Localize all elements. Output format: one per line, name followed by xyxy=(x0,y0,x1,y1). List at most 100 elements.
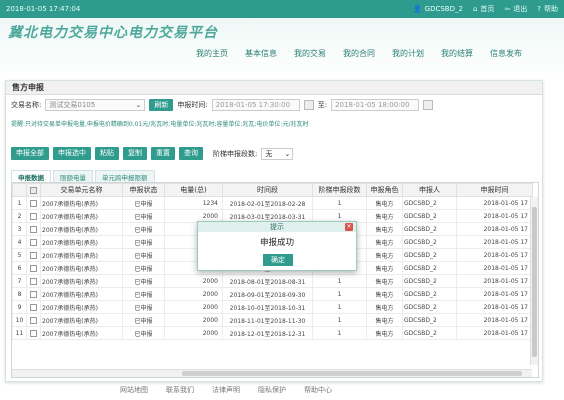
table-row[interactable]: 9 2007承德热电(承热) 已申报 2000 2018-10-01至2018-10-3… xyxy=(12,300,533,314)
table-cell: 已申报 xyxy=(122,222,165,236)
select-all-checkbox[interactable] xyxy=(26,183,41,197)
table-cell: 售电方 xyxy=(366,287,403,301)
table-cell: GDCSBD_2 xyxy=(402,261,457,275)
row-checkbox[interactable] xyxy=(26,287,41,301)
row-checkbox[interactable] xyxy=(26,196,41,210)
row-checkbox[interactable] xyxy=(26,235,41,249)
table-cell: 1 xyxy=(312,326,367,340)
nav-item-4[interactable]: 我的计划 xyxy=(392,48,424,59)
row-checkbox[interactable] xyxy=(26,222,41,236)
footer-link[interactable]: 隐私保护 xyxy=(258,385,286,395)
step-label: 阶梯申报段数: xyxy=(213,149,258,158)
start-time-input[interactable]: 2018-01-05 17:30:00 xyxy=(211,99,300,111)
chevron-down-icon: ⌄ xyxy=(284,149,291,158)
table-cell: 售电方 xyxy=(366,261,403,275)
table-cell: 2000 xyxy=(164,274,223,288)
nav-item-6[interactable]: 信息发布 xyxy=(490,48,522,59)
vertical-scrollbar[interactable] xyxy=(530,197,538,365)
table-cell: GDCSBD_2 xyxy=(402,209,457,223)
table-cell: GDCSBD_2 xyxy=(402,287,457,301)
footer-link[interactable]: 法律声明 xyxy=(212,385,240,395)
col-header[interactable]: 申报人 xyxy=(402,183,457,197)
declare-selected-button[interactable]: 申报选中 xyxy=(53,147,91,160)
table-row[interactable]: 1 2007承德热电(承热) 已申报 1234 2018-02-01至2018-02-2… xyxy=(12,196,533,210)
copy-button[interactable]: 复制 xyxy=(123,147,147,160)
table-cell: 2018-01-05 17 xyxy=(456,222,533,236)
refresh-button[interactable]: 刷新 xyxy=(149,99,174,111)
row-number: 11 xyxy=(12,326,27,340)
row-checkbox[interactable] xyxy=(26,300,41,314)
table-cell: 2007承德热电(承热) xyxy=(40,313,123,327)
table-cell: 2007承德热电(承热) xyxy=(40,196,123,210)
col-header[interactable]: 时间段 xyxy=(222,183,313,197)
row-checkbox[interactable] xyxy=(26,313,41,327)
logout-link[interactable]: ⇦ 退出 xyxy=(504,4,527,14)
row-checkbox[interactable] xyxy=(26,274,41,288)
footer-link[interactable]: 联系我们 xyxy=(166,385,194,395)
trade-select[interactable]: 测试交易0105 ⌄ xyxy=(45,99,146,111)
col-header[interactable]: 阶梯申报段数 xyxy=(312,183,367,197)
table-cell: 2007承德热电(承热) xyxy=(40,235,123,249)
nav-item-1[interactable]: 基本信息 xyxy=(245,48,277,59)
hint-text: 提醒:只对待交易单申报电量,申报电价精确到0.01元/兆瓦时;电量单位:兆瓦时;… xyxy=(11,121,309,128)
declare-all-button[interactable]: 申报全部 xyxy=(11,147,49,160)
table-cell: GDCSBD_2 xyxy=(402,222,457,236)
step-select[interactable]: 无 ⌄ xyxy=(261,147,294,160)
row-number: 6 xyxy=(12,261,27,275)
row-checkbox[interactable] xyxy=(26,261,41,275)
col-header[interactable]: 申报角色 xyxy=(366,183,403,197)
nav-item-3[interactable]: 我的合同 xyxy=(343,48,375,59)
dialog-title: 提示 ✕ xyxy=(198,222,356,232)
footer-link[interactable]: 帮助中心 xyxy=(304,385,332,395)
table-cell: 2018-01-05 17 xyxy=(456,274,533,288)
table-cell: 售电方 xyxy=(366,326,403,340)
table-row[interactable]: 10 2007承德热电(承热) 已申报 2000 2018-11-01至2018-11-… xyxy=(12,313,533,327)
nav-item-0[interactable]: 我的主页 xyxy=(196,48,228,59)
help-link[interactable]: ? 帮助 xyxy=(537,4,558,14)
row-checkbox[interactable] xyxy=(26,209,41,223)
table-row[interactable]: 7 2007承德热电(承热) 已申报 2000 2018-08-01至2018-08-3… xyxy=(12,274,533,288)
paste-button[interactable]: 粘贴 xyxy=(95,147,119,160)
end-time-input[interactable]: 2018-01-05 18:00:00 xyxy=(331,99,420,111)
table-cell: 2007承德热电(承热) xyxy=(40,222,123,236)
table-cell: 2018-08-01至2018-08-31 xyxy=(222,274,313,288)
table-row[interactable]: 11 2007承德热电(承热) 已申报 2000 2018-12-01至2018-12-… xyxy=(12,326,533,340)
table-row[interactable]: 8 2007承德热电(承热) 已申报 2000 2018-09-01至2018-09-3… xyxy=(12,287,533,301)
calendar-icon[interactable] xyxy=(423,100,434,110)
reset-button[interactable]: 重置 xyxy=(151,147,175,160)
nav-item-2[interactable]: 我的交易 xyxy=(294,48,326,59)
table-cell: GDCSBD_2 xyxy=(402,326,457,340)
table-cell: 1234 xyxy=(164,196,223,210)
ok-button[interactable]: 确定 xyxy=(263,254,293,266)
table-cell: 2000 xyxy=(164,313,223,327)
table-cell: 2018-01-05 17 xyxy=(456,287,533,301)
close-icon[interactable]: ✕ xyxy=(345,223,353,231)
table-cell: 已申报 xyxy=(122,261,165,275)
table-cell: GDCSBD_2 xyxy=(402,248,457,262)
col-header[interactable]: 电量(总) xyxy=(164,183,223,197)
nav-item-5[interactable]: 我的结算 xyxy=(441,48,473,59)
row-checkbox[interactable] xyxy=(26,326,41,340)
footer-link[interactable]: 网站地图 xyxy=(120,385,148,395)
horizontal-scrollbar[interactable] xyxy=(12,369,532,377)
table-cell: 2018-12-01至2018-12-31 xyxy=(222,326,313,340)
alert-dialog: 提示 ✕ 申报成功 确定 xyxy=(197,221,357,271)
table-cell: 已申报 xyxy=(122,300,165,314)
calendar-icon[interactable] xyxy=(303,100,314,110)
table-cell: 售电方 xyxy=(366,248,403,262)
table-cell: 售电方 xyxy=(366,222,403,236)
row-number: 1 xyxy=(12,196,27,210)
query-button[interactable]: 查询 xyxy=(179,147,203,160)
table-cell: 2007承德热电(承热) xyxy=(40,261,123,275)
col-header[interactable]: 交易单元名称 xyxy=(40,183,123,197)
table-cell: 售电方 xyxy=(366,209,403,223)
footer: 网站地图 联系我们 法律声明 隐私保护 帮助中心 xyxy=(120,385,332,395)
table-cell: 2018-01-05 17 xyxy=(456,209,533,223)
row-checkbox[interactable] xyxy=(26,248,41,262)
row-number: 5 xyxy=(12,248,27,262)
table-cell: 2007承德热电(承热) xyxy=(40,274,123,288)
col-header[interactable]: 申报状态 xyxy=(122,183,165,197)
table-cell: 已申报 xyxy=(122,274,165,288)
home-link[interactable]: ⌂ 首页 xyxy=(473,4,494,14)
col-header[interactable]: 申报时间 xyxy=(456,183,533,197)
